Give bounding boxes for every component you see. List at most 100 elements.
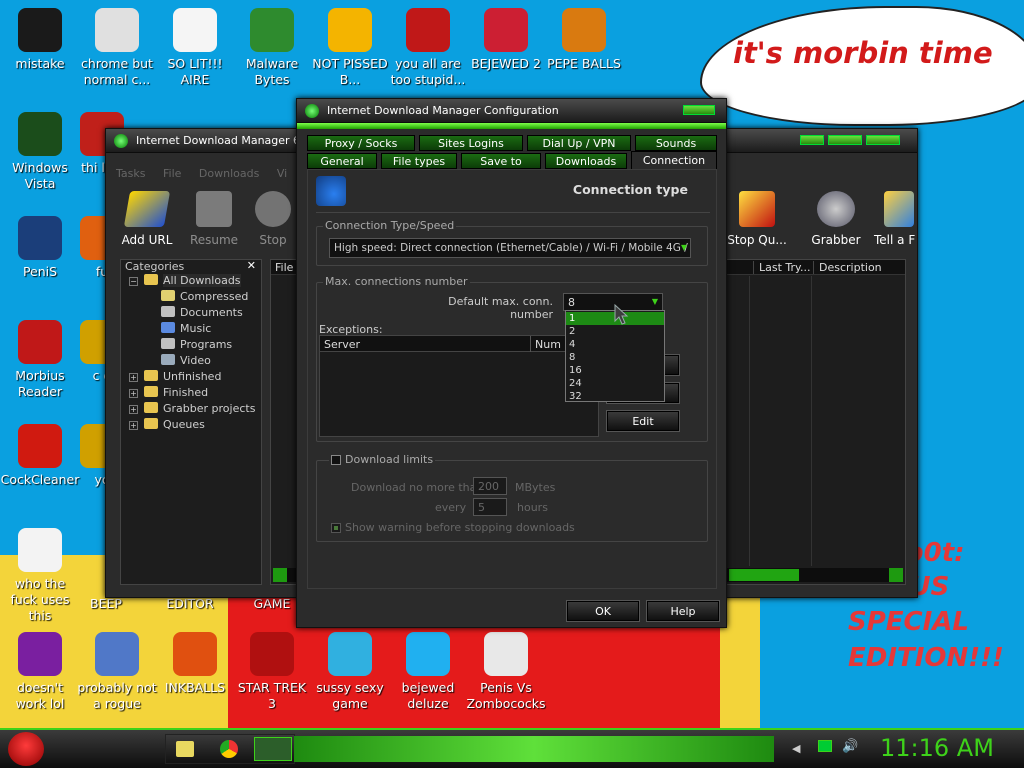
- desktop-icon[interactable]: you all are too stupid...: [388, 8, 468, 88]
- dropdown-option[interactable]: 24: [566, 377, 664, 390]
- desktop-icon[interactable]: who the fuck uses this: [0, 528, 80, 624]
- folder-icon: [144, 274, 158, 285]
- stop-queue-button[interactable]: Stop Qu...: [726, 191, 788, 247]
- clock[interactable]: 11:16 AM: [880, 734, 994, 762]
- category-item[interactable]: Video: [161, 354, 211, 367]
- idm-taskbar-button[interactable]: [254, 737, 292, 761]
- desktop-icon[interactable]: STAR TREK 3: [232, 632, 312, 712]
- category-item[interactable]: + Finished: [129, 386, 208, 399]
- menu-downloads[interactable]: Downloads: [199, 167, 259, 180]
- config-close-button[interactable]: [683, 105, 715, 115]
- menu-file[interactable]: File: [163, 167, 181, 180]
- category-item[interactable]: Compressed: [161, 290, 248, 303]
- category-item[interactable]: Documents: [161, 306, 243, 319]
- desktop-icon[interactable]: Malware Bytes: [232, 8, 312, 88]
- chrome-icon[interactable]: [220, 740, 238, 758]
- recycle-icon: [18, 112, 62, 156]
- desktop-icon[interactable]: SO LIT!!! AIRE: [155, 8, 235, 88]
- tab-sites-logins[interactable]: Sites Logins: [419, 135, 523, 151]
- mb-limit-input[interactable]: 200: [473, 477, 507, 495]
- tab-file-types[interactable]: File types: [381, 153, 457, 169]
- scroll-left-icon[interactable]: [273, 568, 287, 582]
- minimize-button[interactable]: [800, 135, 824, 145]
- category-label: Video: [180, 354, 211, 367]
- connection-type-select[interactable]: High speed: Direct connection (Ethernet/…: [329, 238, 691, 258]
- resume-button[interactable]: Resume: [182, 191, 246, 247]
- tab-proxy[interactable]: Proxy / Socks: [307, 135, 415, 151]
- category-item[interactable]: + Unfinished: [129, 370, 221, 383]
- desktop-icon[interactable]: Penis Vs Zombococks: [466, 632, 546, 712]
- category-item[interactable]: Music: [161, 322, 211, 335]
- dropdown-option[interactable]: 4: [566, 338, 664, 351]
- angry-bird-start-icon[interactable]: [8, 732, 44, 766]
- scroll-right-icon[interactable]: [889, 568, 903, 582]
- desktop-icon[interactable]: sussy sexy game: [310, 632, 390, 712]
- edit-exception-button[interactable]: Edit: [606, 410, 680, 432]
- desktop-icon[interactable]: INKBALLS: [155, 632, 235, 696]
- game-icon: [328, 632, 372, 676]
- tab-dialup[interactable]: Dial Up / VPN: [527, 135, 631, 151]
- warning-row[interactable]: Show warning before stopping downloads: [331, 521, 575, 534]
- desktop-icon[interactable]: probably not a rogue: [77, 632, 157, 712]
- close-button[interactable]: [866, 135, 900, 145]
- expand-icon[interactable]: +: [129, 389, 138, 398]
- tab-general[interactable]: General: [307, 153, 377, 169]
- desktop-icon[interactable]: BEJEWED 2: [466, 8, 546, 72]
- add-url-button[interactable]: Add URL: [112, 191, 182, 247]
- column-num[interactable]: Num: [530, 336, 561, 352]
- category-item[interactable]: + Queues: [129, 418, 205, 431]
- config-titlebar[interactable]: Internet Download Manager Configuration: [297, 99, 726, 123]
- tell-friend-button[interactable]: Tell a F: [870, 191, 918, 247]
- dropdown-option[interactable]: 8: [566, 351, 664, 364]
- dropdown-option[interactable]: 16: [566, 364, 664, 377]
- column-server[interactable]: Server: [324, 338, 360, 351]
- desktop-icon[interactable]: PEPE BALLS: [544, 8, 624, 72]
- taskbar-glow: [294, 736, 774, 762]
- close-categories-icon[interactable]: ✕: [247, 259, 256, 272]
- tab-downloads[interactable]: Downloads: [545, 153, 627, 169]
- category-label: Documents: [180, 306, 243, 319]
- chevron-down-icon[interactable]: ▼: [652, 297, 658, 306]
- grabber-button[interactable]: Grabber: [804, 191, 868, 247]
- expand-icon[interactable]: +: [129, 421, 138, 430]
- download-limits-checkbox[interactable]: [331, 454, 341, 465]
- dropdown-option[interactable]: 32: [566, 390, 664, 403]
- column-description[interactable]: Description: [813, 261, 882, 274]
- menu-tasks[interactable]: Tasks: [116, 167, 145, 180]
- category-item[interactable]: − All Downloads: [129, 274, 241, 287]
- tab-save-to[interactable]: Save to: [461, 153, 541, 169]
- network-tray-icon[interactable]: [818, 740, 832, 752]
- desktop-icon[interactable]: doesn't work lol: [0, 632, 80, 712]
- desktop-icon[interactable]: chrome but normal c...: [77, 8, 157, 88]
- desktop-icon[interactable]: mistake: [0, 8, 80, 72]
- expand-icon[interactable]: +: [129, 405, 138, 414]
- quick-launch: [165, 734, 295, 764]
- volume-icon[interactable]: 🔊: [842, 739, 858, 754]
- chevron-down-icon[interactable]: ▼: [681, 243, 687, 252]
- help-button[interactable]: Help: [646, 600, 720, 622]
- exceptions-table[interactable]: Server Num: [319, 335, 599, 437]
- explorer-icon[interactable]: [176, 741, 194, 757]
- download-limits-label: Download limits: [345, 453, 434, 466]
- tab-sounds[interactable]: Sounds: [635, 135, 717, 151]
- tab-connection[interactable]: Connection: [631, 151, 717, 169]
- download-limits-header: Download limits: [329, 453, 436, 466]
- column-last-try[interactable]: Last Try...: [753, 261, 810, 274]
- expand-icon[interactable]: −: [129, 277, 138, 286]
- category-item[interactable]: + Grabber projects: [129, 402, 255, 415]
- max-conn-select[interactable]: 8 ▼: [563, 293, 663, 311]
- maximize-button[interactable]: [828, 135, 862, 145]
- resume-icon: [196, 191, 232, 227]
- warning-checkbox[interactable]: [331, 522, 341, 533]
- desktop-icon[interactable]: bejewed deluze: [388, 632, 468, 712]
- stop-button[interactable]: Stop: [248, 191, 298, 247]
- scroll-thumb[interactable]: [729, 569, 799, 581]
- chevron-left-icon[interactable]: ◀: [792, 742, 800, 755]
- ok-button[interactable]: OK: [566, 600, 640, 622]
- hours-input[interactable]: 5: [473, 498, 507, 516]
- category-item[interactable]: Programs: [161, 338, 232, 351]
- photoshop-icon: [18, 216, 62, 260]
- desktop-icon[interactable]: NOT PISSED B...: [310, 8, 390, 88]
- menu-view[interactable]: Vi: [277, 167, 287, 180]
- expand-icon[interactable]: +: [129, 373, 138, 382]
